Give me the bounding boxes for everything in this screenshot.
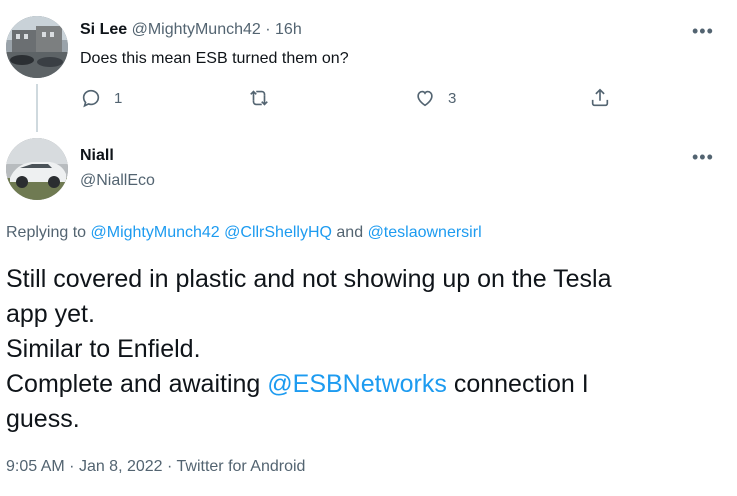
avatar-image <box>6 138 68 200</box>
body-line: Similar to Enfield. <box>6 335 201 363</box>
mention-link[interactable]: @MightyMunch42 <box>91 224 220 241</box>
body-line: guess. <box>6 405 80 433</box>
body-line: app yet. <box>6 300 95 328</box>
replying-and: and <box>336 224 364 241</box>
tweet-source[interactable]: Twitter for Android <box>177 458 306 475</box>
body-text: Complete and awaiting <box>6 370 261 398</box>
author-name[interactable]: Si Lee <box>80 21 127 38</box>
tweet-body: Still covered in plastic and not showing… <box>6 262 731 437</box>
thread-connector <box>36 84 38 132</box>
separator: · <box>265 21 271 38</box>
reply-count: 1 <box>114 89 123 107</box>
timestamp[interactable]: 16h <box>275 21 302 38</box>
like-action[interactable]: 3 <box>414 87 456 109</box>
more-options-icon[interactable]: ••• <box>692 148 714 166</box>
tweet-meta: 9:05 AM · Jan 8, 2022 · Twitter for Andr… <box>6 458 305 476</box>
tweet-date[interactable]: Jan 8, 2022 <box>79 458 163 475</box>
reply-icon <box>82 89 100 108</box>
replying-to: Replying to @MightyMunch42 @CllrShellyHQ… <box>6 224 482 242</box>
share-icon <box>591 88 609 107</box>
tweet-time[interactable]: 9:05 AM <box>6 458 65 475</box>
author-handle[interactable]: @NiallEco <box>80 172 155 190</box>
author-name[interactable]: Niall <box>80 147 114 165</box>
avatar[interactable] <box>6 138 68 200</box>
mention-link[interactable]: @teslaownersirl <box>368 224 482 241</box>
retweet-action[interactable] <box>248 87 282 109</box>
heart-icon <box>417 90 433 107</box>
avatar-image <box>6 16 68 78</box>
reply-action[interactable]: 1 <box>80 87 122 109</box>
author-handle[interactable]: @MightyMunch42 <box>132 21 261 38</box>
tweet-text: Does this mean ESB turned them on? <box>80 50 349 67</box>
avatar[interactable] <box>6 16 68 78</box>
reply-header: Si Lee @MightyMunch42 · 16h <box>80 21 302 39</box>
mention-link[interactable]: @CllrShellyHQ <box>224 224 332 241</box>
like-count: 3 <box>448 89 457 107</box>
mention-link[interactable]: @ESBNetworks <box>267 370 447 398</box>
body-line: Complete and awaiting @ESBNetworks conne… <box>6 367 731 402</box>
separator: · <box>167 458 173 475</box>
replying-prefix: Replying to <box>6 224 87 241</box>
more-options-icon[interactable]: ••• <box>692 22 714 40</box>
body-line: Still covered in plastic and not showing… <box>6 265 612 293</box>
body-text: connection I <box>453 370 589 398</box>
retweet-icon <box>250 90 268 106</box>
share-action[interactable] <box>589 87 611 109</box>
separator: · <box>69 458 75 475</box>
